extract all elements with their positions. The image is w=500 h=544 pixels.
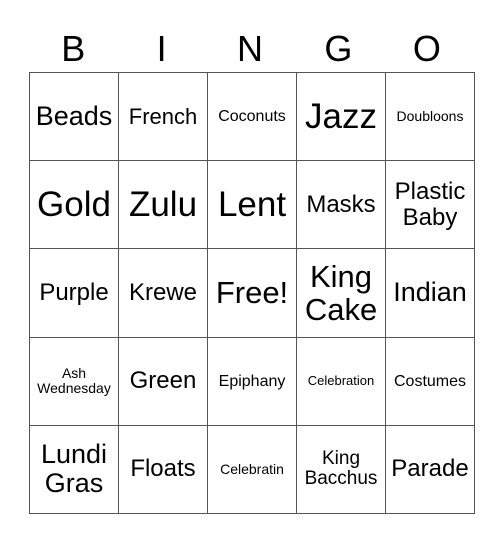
bingo-cell[interactable]: Doubloons <box>385 71 475 162</box>
bingo-cell[interactable]: Coconuts <box>207 71 297 162</box>
bingo-cell[interactable]: Celebratin <box>207 424 297 515</box>
header-letter-i: I <box>156 28 167 69</box>
bingo-cell[interactable]: Green <box>118 336 208 426</box>
board-row: Ash Wednesday Green Epiphany Celebration… <box>29 336 475 426</box>
bingo-header: B I N G O <box>29 26 471 72</box>
bingo-cell[interactable]: Celebration <box>296 336 386 426</box>
bingo-cell[interactable]: King Bacchus <box>296 424 386 515</box>
bingo-cell[interactable]: Gold <box>29 160 119 250</box>
free-space-cell[interactable]: Free! <box>207 248 297 338</box>
header-letter-g: G <box>324 28 353 69</box>
bingo-cell[interactable]: Beads <box>29 71 119 162</box>
bingo-cell[interactable]: French <box>118 71 208 162</box>
bingo-cell[interactable]: Parade <box>385 424 475 515</box>
bingo-cell[interactable]: Costumes <box>385 336 475 426</box>
bingo-cell[interactable]: Krewe <box>118 248 208 338</box>
header-letter-n: N <box>237 28 264 69</box>
bingo-board: Beads French Coconuts Jazz Doubloons Gol… <box>29 71 475 515</box>
bingo-cell[interactable]: King Cake <box>296 248 386 338</box>
bingo-cell[interactable]: Lent <box>207 160 297 250</box>
board-row: Beads French Coconuts Jazz Doubloons <box>29 71 475 162</box>
bingo-cell[interactable]: Lundi Gras <box>29 424 119 515</box>
board-row: Purple Krewe Free! King Cake Indian <box>29 248 475 338</box>
bingo-cell[interactable]: Plastic Baby <box>385 160 475 250</box>
bingo-cell[interactable]: Floats <box>118 424 208 515</box>
bingo-cell[interactable]: Purple <box>29 248 119 338</box>
bingo-cell[interactable]: Ash Wednesday <box>29 336 119 426</box>
bingo-cell[interactable]: Epiphany <box>207 336 297 426</box>
bingo-cell[interactable]: Jazz <box>296 71 386 162</box>
bingo-cell[interactable]: Indian <box>385 248 475 338</box>
board-row: Gold Zulu Lent Masks Plastic Baby <box>29 160 475 250</box>
header-letter-o: O <box>412 28 441 69</box>
bingo-cell[interactable]: Masks <box>296 160 386 250</box>
board-row: Lundi Gras Floats Celebratin King Bacchu… <box>29 424 475 515</box>
bingo-cell[interactable]: Zulu <box>118 160 208 250</box>
header-letter-b: B <box>61 28 86 69</box>
